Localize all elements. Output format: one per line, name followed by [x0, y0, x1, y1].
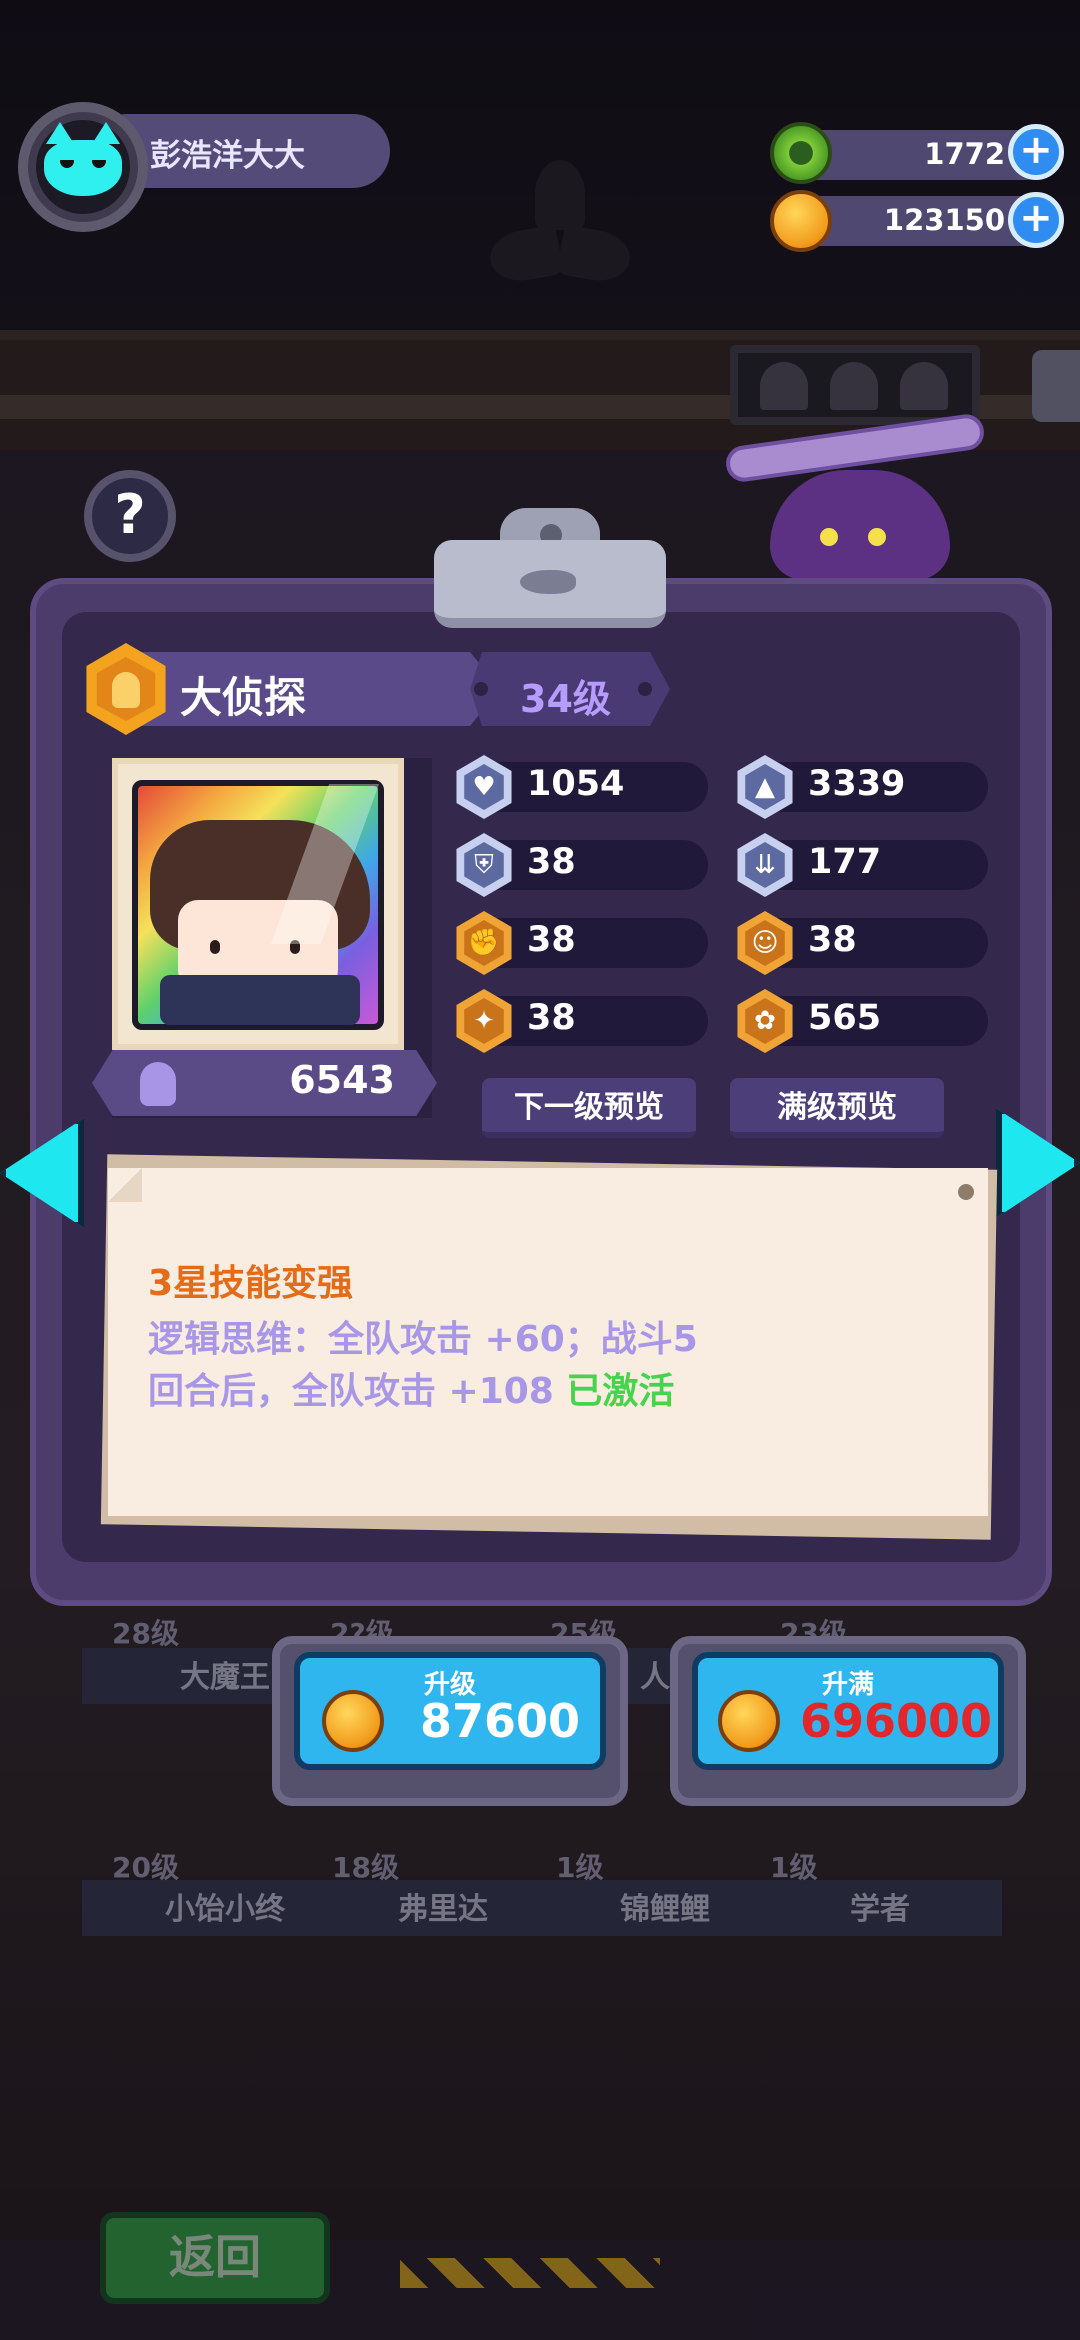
portrait-eye	[210, 940, 220, 954]
skill-description-line1: 逻辑思维：全队攻击 +60；战斗5	[148, 1319, 698, 1360]
fish-icon	[520, 570, 576, 594]
gold-coin-icon	[322, 1690, 384, 1752]
cat-avatar-icon	[44, 140, 122, 196]
skill-description-line2-row: 回合后，全队攻击 +108 已激活	[148, 1362, 674, 1414]
banner-dot	[474, 682, 488, 696]
pin-icon	[958, 1184, 974, 1200]
upgrade-max-cost: 696000	[800, 1694, 993, 1748]
monster-eye	[820, 528, 838, 546]
prev-character-button[interactable]	[0, 1118, 84, 1228]
charm-icon: ☺	[751, 928, 779, 958]
stat-strength: 38	[527, 920, 576, 960]
muscle-icon: ✦	[473, 1006, 495, 1036]
green-gem-icon	[770, 122, 832, 184]
rocket-icon	[112, 672, 140, 708]
speed-icon: ⇊	[754, 850, 776, 880]
max-level-preview-button[interactable]: 满级预览	[730, 1078, 944, 1138]
next-level-preview-button[interactable]: 下一级预览	[482, 1078, 696, 1138]
skill-title: 3星技能变强	[148, 1263, 354, 1304]
power-value: 6543	[289, 1058, 395, 1102]
strength-icon: ✊	[467, 928, 501, 958]
add-coin-button[interactable]: +	[1008, 192, 1064, 248]
stat-intellect: 565	[808, 998, 882, 1038]
heart-icon: ♥	[472, 772, 496, 802]
portrait-scarf	[160, 975, 360, 1025]
stat-attack: 3339	[808, 764, 906, 804]
skill-description-line2: 回合后，全队攻击 +108	[148, 1371, 554, 1412]
player-name: 彭浩洋大大	[150, 138, 305, 174]
gold-coin-icon	[770, 190, 832, 252]
chevron-left-icon	[0, 1118, 84, 1228]
stat-muscle: 38	[527, 998, 576, 1038]
help-button[interactable]: ?	[84, 470, 176, 562]
chevron-right-icon	[996, 1108, 1080, 1218]
character-level: 34级	[520, 677, 611, 721]
upgrade-cost: 87600	[420, 1694, 581, 1748]
stat-speed: 177	[808, 842, 882, 882]
stat-defense: 38	[527, 842, 576, 882]
banner-dot	[638, 682, 652, 696]
character-name: 大侦探	[180, 673, 307, 722]
skill-status: 已激活	[566, 1371, 675, 1412]
next-character-button[interactable]	[996, 1108, 1080, 1218]
attack-icon: ▲	[755, 772, 775, 802]
rocket-icon	[140, 1062, 176, 1106]
brain-icon: ✿	[754, 1006, 776, 1036]
gold-coin-icon	[718, 1690, 780, 1752]
stat-charm: 38	[808, 920, 857, 960]
monster-eye	[868, 528, 886, 546]
stat-hp: 1054	[527, 764, 625, 804]
add-gem-button[interactable]: +	[1008, 124, 1064, 180]
shield-icon: ⛨	[474, 850, 494, 880]
